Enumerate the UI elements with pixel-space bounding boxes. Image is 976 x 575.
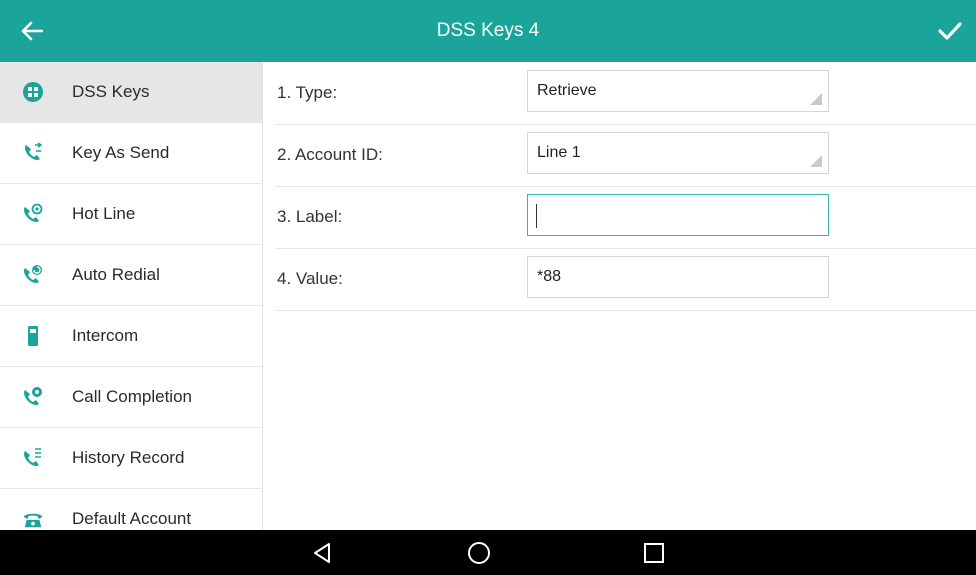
sidebar-item-call-completion[interactable]: Call Completion bbox=[0, 367, 262, 428]
account-id-value: Line 1 bbox=[537, 144, 581, 161]
type-select[interactable]: Retrieve bbox=[527, 70, 829, 112]
sidebar-item-default-account[interactable]: Default Account bbox=[0, 489, 262, 530]
form-row-type: 1. Type: Retrieve bbox=[275, 62, 976, 125]
desk-phone-icon bbox=[22, 508, 44, 530]
type-value: Retrieve bbox=[537, 82, 597, 99]
sidebar-item-label: Hot Line bbox=[72, 204, 136, 223]
dss-keys-icon bbox=[22, 81, 44, 103]
account-id-select[interactable]: Line 1 bbox=[527, 132, 829, 174]
sidebar-item-intercom[interactable]: Intercom bbox=[0, 306, 262, 367]
phone-redial-icon bbox=[22, 264, 44, 286]
dropdown-corner-icon bbox=[810, 155, 822, 167]
sidebar-item-label: Key As Send bbox=[72, 143, 170, 162]
page-title: DSS Keys 4 bbox=[436, 20, 540, 41]
type-label: 1. Type: bbox=[277, 83, 338, 102]
dropdown-corner-icon bbox=[810, 93, 822, 105]
circle-home-icon bbox=[468, 542, 490, 564]
nav-back-button[interactable] bbox=[302, 534, 342, 572]
sidebar-item-label: DSS Keys bbox=[72, 82, 150, 101]
value-input[interactable]: *88 bbox=[527, 256, 829, 298]
nav-home-button[interactable] bbox=[459, 534, 499, 572]
triangle-back-icon bbox=[314, 543, 330, 563]
save-button[interactable] bbox=[934, 15, 966, 47]
phone-history-icon bbox=[22, 447, 44, 469]
system-nav-bar bbox=[0, 530, 976, 575]
title-bar: DSS Keys 4 bbox=[0, 0, 976, 62]
phone-arrows-icon bbox=[22, 142, 44, 164]
nav-recents-button[interactable] bbox=[634, 534, 674, 572]
sidebar-item-hot-line[interactable]: Hot Line bbox=[0, 184, 262, 245]
sidebar-item-key-as-send[interactable]: Key As Send bbox=[0, 123, 262, 184]
form-row-account-id: 2. Account ID: Line 1 bbox=[275, 124, 976, 187]
sidebar: DSS Keys Key As Send Hot Line Auto Redia… bbox=[0, 62, 263, 530]
account-id-label: 2. Account ID: bbox=[277, 145, 383, 164]
phone-completion-icon bbox=[22, 386, 44, 408]
text-cursor bbox=[536, 204, 537, 228]
label-input[interactable] bbox=[527, 194, 829, 236]
sidebar-item-dss-keys[interactable]: DSS Keys bbox=[0, 62, 262, 123]
sidebar-item-label: History Record bbox=[72, 448, 185, 467]
square-recents-icon bbox=[644, 543, 664, 563]
form-row-value: 4. Value: *88 bbox=[275, 248, 976, 311]
sidebar-item-label: Call Completion bbox=[72, 387, 192, 406]
sidebar-item-history-record[interactable]: History Record bbox=[0, 428, 262, 489]
sidebar-item-auto-redial[interactable]: Auto Redial bbox=[0, 245, 262, 306]
value-value: *88 bbox=[537, 268, 562, 285]
value-label: 4. Value: bbox=[277, 269, 343, 288]
label-label: 3. Label: bbox=[277, 207, 343, 226]
sidebar-item-label: Auto Redial bbox=[72, 265, 160, 284]
form-row-label: 3. Label: bbox=[275, 186, 976, 249]
settings-form: 1. Type: Retrieve 2. Account ID: Line 1 … bbox=[263, 62, 976, 530]
checkmark-icon bbox=[938, 22, 962, 40]
phone-hotline-icon bbox=[22, 203, 44, 225]
intercom-handset-icon bbox=[22, 325, 44, 347]
sidebar-item-label: Default Account bbox=[72, 509, 192, 528]
sidebar-item-label: Intercom bbox=[72, 326, 139, 345]
